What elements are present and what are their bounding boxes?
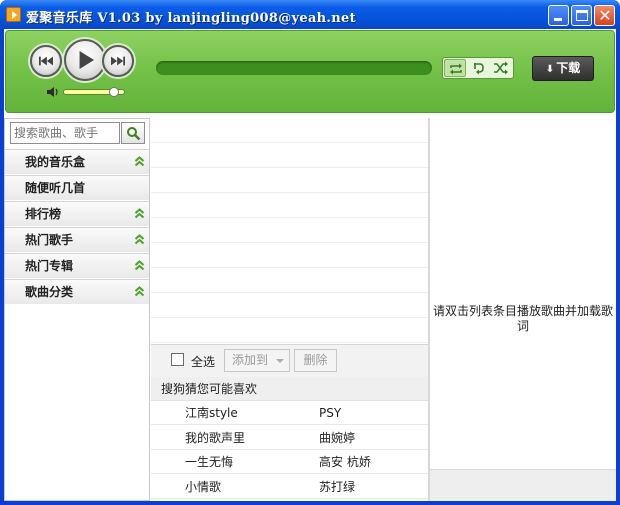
chevron-up-icon <box>134 286 145 297</box>
volume-icon[interactable] <box>46 86 60 98</box>
next-button[interactable] <box>102 45 134 77</box>
lyrics-pane: 请双击列表条目播放歌曲并加载歌词 <box>430 118 616 501</box>
list-item[interactable] <box>151 268 428 293</box>
add-to-label: 添加到 <box>232 353 269 367</box>
download-label: 下载 <box>556 61 581 75</box>
song-title: 江南style <box>185 406 238 420</box>
select-all-label[interactable]: 全选 <box>191 353 215 370</box>
sidebar-item-label: 我的音乐盒 <box>25 155 86 169</box>
chevron-up-icon <box>134 208 145 219</box>
chevron-up-icon <box>134 234 145 245</box>
recommendation-row[interactable]: 一生无悔 高安 杭娇 <box>151 450 428 474</box>
recommendations-header: 搜狗猜您可能喜欢 <box>151 377 428 401</box>
window-title: 爱聚音乐库 V1.03 by lanjingling008@yeah.net <box>26 11 356 26</box>
chevron-up-icon <box>134 260 145 271</box>
list-toolbar: 全选 添加到 删除 <box>151 344 428 377</box>
app-icon <box>6 7 21 22</box>
download-icon: ⬇ <box>545 64 555 75</box>
search-field[interactable] <box>10 122 120 144</box>
recommendation-row[interactable]: 我的歌声里 曲婉婷 <box>151 426 428 450</box>
repeat-all-icon <box>450 63 462 75</box>
download-button[interactable]: ⬇ 下载 <box>532 56 594 81</box>
delete-button[interactable]: 删除 <box>294 349 337 372</box>
volume-thumb[interactable] <box>109 87 119 97</box>
search-button[interactable] <box>121 122 145 144</box>
song-title: 我的歌声里 <box>185 430 246 445</box>
dropdown-arrow-icon <box>276 359 284 363</box>
play-icon <box>79 50 95 70</box>
maximize-button[interactable] <box>571 5 592 26</box>
song-title: 一生无悔 <box>185 455 234 469</box>
select-all-checkbox[interactable] <box>171 353 184 366</box>
playback-progress-bar[interactable] <box>156 61 432 75</box>
lyrics-footer <box>430 469 616 501</box>
list-item[interactable] <box>151 118 428 143</box>
artist-name: 高安 杭娇 <box>319 455 371 469</box>
sidebar-item[interactable]: 随便听几首 <box>5 175 149 200</box>
title-bar[interactable]: 爱聚音乐库 V1.03 by lanjingling008@yeah.net ✕ <box>0 0 620 29</box>
artist-name: PSY <box>319 406 342 420</box>
recommendation-row[interactable]: 小情歌 苏打绿 <box>151 475 428 499</box>
repeat-one-icon <box>474 63 484 75</box>
list-item[interactable] <box>151 293 428 318</box>
minimize-icon <box>554 18 562 21</box>
sidebar-item[interactable]: 热门歌手 <box>5 227 149 252</box>
shuffle-button[interactable] <box>490 59 512 77</box>
song-title: 小情歌 <box>185 479 222 494</box>
artist-name: 苏打绿 <box>319 479 356 494</box>
close-icon: ✕ <box>598 6 612 25</box>
chevron-up-icon <box>134 156 145 167</box>
sidebar-item-label: 排行榜 <box>25 207 62 221</box>
repeat-all-button[interactable] <box>444 59 466 77</box>
sidebar-item-label: 歌曲分类 <box>25 285 74 299</box>
volume-level <box>64 90 115 94</box>
list-item[interactable] <box>151 143 428 168</box>
sidebar-item-label: 热门专辑 <box>25 259 74 273</box>
lyrics-hint: 请双击列表条目播放歌曲并加载歌词 <box>432 304 613 333</box>
maximize-icon <box>576 10 588 21</box>
next-icon <box>111 56 125 66</box>
shuffle-icon <box>494 61 508 75</box>
list-item[interactable] <box>151 168 428 193</box>
app-window: 爱聚音乐库 V1.03 by lanjingling008@yeah.net ✕ <box>0 0 620 505</box>
search-input[interactable] <box>11 123 119 143</box>
player-panel: ⬇ 下载 <box>5 30 615 113</box>
sidebar-item[interactable]: 歌曲分类 <box>5 279 149 304</box>
sidebar-item-label: 随便听几首 <box>25 181 86 195</box>
previous-icon <box>39 56 53 66</box>
list-item[interactable] <box>151 318 428 343</box>
sidebar-item[interactable]: 热门专辑 <box>5 253 149 278</box>
client-area: ⬇下载 我的音乐盒随便听几首排行榜热门歌手热门专辑歌曲分类 全选 添加到 <box>4 29 616 501</box>
sidebar: 我的音乐盒随便听几首排行榜热门歌手热门专辑歌曲分类 <box>4 118 150 501</box>
sidebar-item[interactable]: 我的音乐盒 <box>5 149 149 174</box>
previous-button[interactable] <box>30 45 62 77</box>
play-button[interactable] <box>64 39 106 81</box>
play-mode-group <box>442 57 514 79</box>
minimize-button[interactable] <box>548 5 569 26</box>
recommendation-row[interactable]: 江南style PSY <box>151 401 428 425</box>
close-button[interactable]: ✕ <box>594 5 615 26</box>
artist-name: 曲婉婷 <box>319 430 356 445</box>
volume-slider[interactable] <box>63 87 125 97</box>
add-to-button[interactable]: 添加到 <box>224 349 290 372</box>
sidebar-item-label: 热门歌手 <box>25 233 74 247</box>
list-item[interactable] <box>151 243 428 268</box>
list-item[interactable] <box>151 218 428 243</box>
list-item[interactable] <box>151 193 428 218</box>
repeat-one-button[interactable] <box>467 59 489 77</box>
sidebar-item[interactable]: 排行榜 <box>5 201 149 226</box>
search-icon <box>127 127 141 141</box>
